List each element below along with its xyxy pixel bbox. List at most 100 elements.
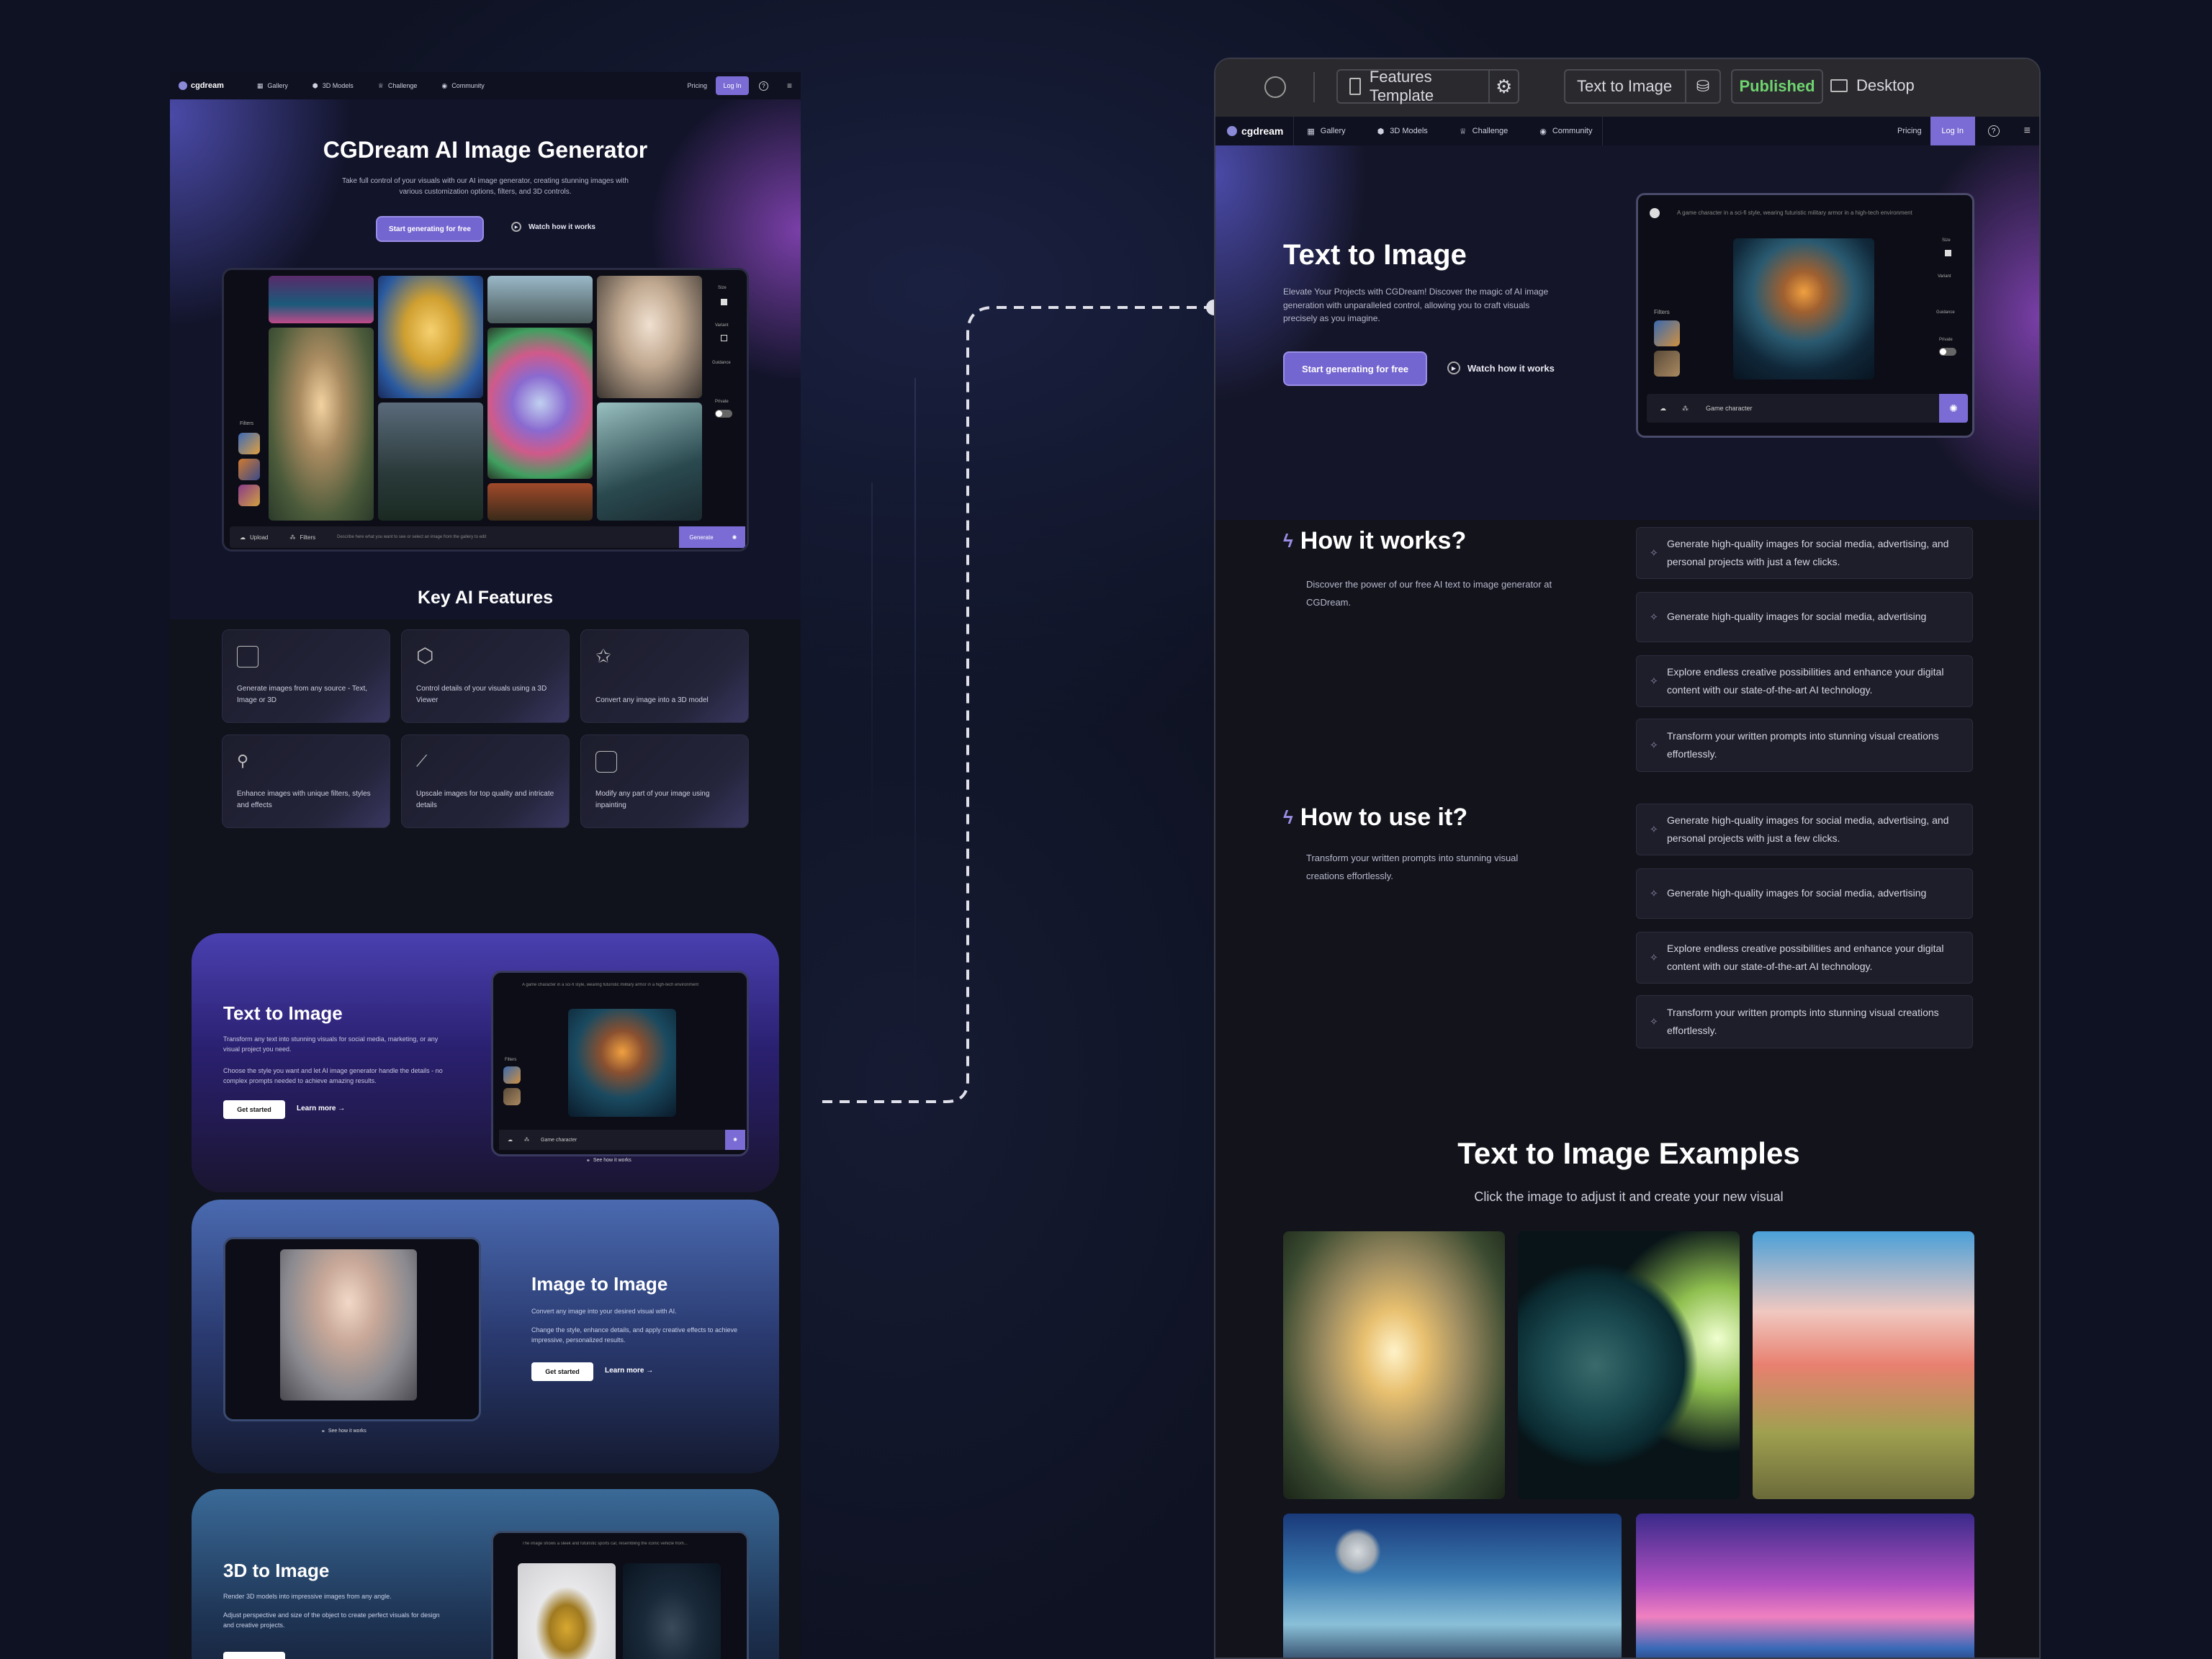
- learn-more-link[interactable]: Learn more →: [297, 1105, 345, 1112]
- section-title: 3D to Image: [223, 1560, 330, 1581]
- watch-how-it-works-link[interactable]: ▶ Watch how it works: [1447, 361, 1555, 374]
- nav-item-3d-models[interactable]: ⬢ 3D Models: [1377, 127, 1428, 136]
- size-square-icon[interactable]: [1945, 250, 1951, 256]
- example-image-alien-world[interactable]: [1283, 1514, 1622, 1658]
- filter-thumb[interactable]: [238, 433, 260, 454]
- nav-item-gallery[interactable]: ▦ Gallery: [1307, 127, 1345, 136]
- portrait-image[interactable]: [280, 1249, 417, 1401]
- generate-button[interactable]: Generate: [679, 526, 724, 548]
- feature-card[interactable]: Modify any part of your image using inpa…: [580, 734, 749, 828]
- 3d-to-image-section: 3D to Image Render 3D models into impres…: [192, 1489, 779, 1659]
- generated-image[interactable]: [1733, 238, 1874, 379]
- private-toggle[interactable]: [1939, 348, 1956, 356]
- trophy-icon: ♕: [377, 81, 384, 89]
- prompt-input[interactable]: Game character: [1706, 405, 1753, 412]
- feature-card[interactable]: ⬡ Control details of your visuals using a…: [401, 629, 570, 723]
- get-started-button[interactable]: [223, 1652, 285, 1659]
- menu-icon[interactable]: ≡: [787, 81, 792, 91]
- examples-title: Text to Image Examples: [1457, 1136, 1800, 1170]
- gallery-image[interactable]: [269, 276, 374, 323]
- gallery-image[interactable]: [378, 276, 483, 398]
- logo[interactable]: cgdream: [1227, 125, 1283, 137]
- gallery-image[interactable]: [487, 483, 593, 521]
- example-image-landscape[interactable]: [1753, 1231, 1974, 1499]
- nav-item-community[interactable]: ◉ Community: [1539, 127, 1592, 136]
- get-started-button[interactable]: Get started: [531, 1362, 593, 1381]
- features-template-button[interactable]: Features Template ⚙: [1336, 68, 1519, 104]
- filters-icon[interactable]: ⁂: [1682, 405, 1689, 413]
- gallery-image[interactable]: [487, 328, 593, 479]
- published-status-badge[interactable]: Published: [1731, 69, 1823, 104]
- login-button[interactable]: Log In: [715, 76, 749, 95]
- nav-item-gallery[interactable]: ▦ Gallery: [257, 82, 288, 90]
- prompt-input[interactable]: Game character: [541, 1138, 577, 1143]
- gallery-image[interactable]: [269, 328, 374, 521]
- help-icon[interactable]: ?: [758, 81, 768, 91]
- database-icon[interactable]: ⛁: [1685, 71, 1719, 102]
- filter-thumb[interactable]: [1654, 351, 1680, 377]
- nav-label: Pricing: [687, 82, 707, 89]
- logo[interactable]: cgdream: [179, 81, 224, 90]
- sparkle-icon: ✧: [1650, 739, 1658, 751]
- car-render-image[interactable]: [623, 1563, 721, 1659]
- filter-thumb[interactable]: [1654, 320, 1680, 346]
- filters-button[interactable]: ⁂ Filters: [289, 534, 315, 541]
- feature-card[interactable]: ⟋ Upscale images for top quality and intr…: [401, 734, 570, 828]
- filter-thumb[interactable]: [503, 1088, 521, 1105]
- private-toggle[interactable]: [715, 410, 732, 418]
- settings-icon[interactable]: ✺: [1939, 394, 1968, 423]
- upload-button[interactable]: ☁ Upload: [240, 534, 268, 541]
- nav-pricing[interactable]: Pricing: [1897, 127, 1922, 135]
- start-generating-button[interactable]: Start generating for free: [1283, 351, 1427, 386]
- feature-text: Enhance images with unique filters, styl…: [237, 790, 371, 809]
- feature-card[interactable]: ✩ Convert any image into a 3D model: [580, 629, 749, 723]
- start-generating-button[interactable]: Start generating for free: [376, 216, 484, 242]
- filter-thumb[interactable]: [238, 485, 260, 506]
- nav-item-challenge[interactable]: ♕ Challenge: [1460, 127, 1508, 136]
- nav-item-3d-models[interactable]: ⬢ 3D Models: [313, 82, 354, 90]
- gallery-image[interactable]: [597, 276, 702, 398]
- gear-icon[interactable]: ⚙: [1488, 71, 1518, 102]
- see-how-it-works-link[interactable]: ⚭ See how it works: [321, 1429, 367, 1434]
- see-how-it-works-link[interactable]: ⚭ See how it works: [586, 1158, 631, 1164]
- car-model-image[interactable]: [518, 1563, 616, 1659]
- filters-icon[interactable]: ⁂: [524, 1137, 529, 1143]
- nav-item-challenge[interactable]: ♕ Challenge: [378, 82, 418, 90]
- cloud-icon[interactable]: ☁: [508, 1137, 513, 1143]
- generated-image[interactable]: [568, 1009, 676, 1117]
- help-icon[interactable]: ?: [1987, 125, 2000, 137]
- desktop-icon: [1830, 79, 1848, 92]
- filter-thumb[interactable]: [238, 459, 260, 480]
- variant-grid-icon[interactable]: [721, 335, 727, 341]
- watch-how-it-works-link[interactable]: ▶ Watch how it works: [511, 222, 595, 232]
- gallery-image[interactable]: [487, 276, 593, 323]
- button-label: Get started: [545, 1368, 580, 1375]
- play-icon: ▶: [1447, 361, 1460, 374]
- cloud-icon[interactable]: ☁: [1660, 405, 1666, 413]
- prompt-input[interactable]: Describe here what you want to see or se…: [337, 535, 486, 539]
- login-button[interactable]: Log In: [1930, 117, 1975, 145]
- settings-icon[interactable]: ✺: [725, 1130, 745, 1150]
- list-item: ✧ Explore endless creative possibilities …: [1636, 932, 1973, 984]
- feature-card[interactable]: Generate images from any source - Text, …: [222, 629, 390, 723]
- settings-icon[interactable]: ✺: [724, 526, 745, 548]
- item-text: Explore endless creative possibilities a…: [1667, 665, 1944, 696]
- item-text: Generate high-quality images for social …: [1667, 611, 1927, 623]
- example-image-synthwave[interactable]: [1636, 1514, 1974, 1658]
- example-image-planet[interactable]: [1518, 1231, 1740, 1499]
- gallery-image[interactable]: [597, 403, 702, 521]
- nav-pricing[interactable]: Pricing: [687, 82, 707, 89]
- page-text-to-image-button[interactable]: Text to Image ⛁: [1564, 69, 1721, 104]
- filter-thumb[interactable]: [503, 1066, 521, 1084]
- size-square-icon[interactable]: [721, 299, 727, 305]
- learn-more-link[interactable]: Learn more →: [605, 1367, 653, 1375]
- example-image-fairy[interactable]: [1283, 1231, 1505, 1499]
- connector-dashed-line: [819, 300, 1222, 1103]
- globe-icon[interactable]: [1264, 76, 1286, 98]
- gallery-image[interactable]: [378, 403, 483, 521]
- get-started-button[interactable]: Get started: [223, 1100, 285, 1119]
- menu-icon[interactable]: ≡: [2024, 125, 2031, 138]
- desktop-device-button[interactable]: Desktop: [1830, 76, 1915, 95]
- nav-item-community[interactable]: ◉ Community: [441, 82, 484, 90]
- feature-card[interactable]: ⚲ Enhance images with unique filters, sty…: [222, 734, 390, 828]
